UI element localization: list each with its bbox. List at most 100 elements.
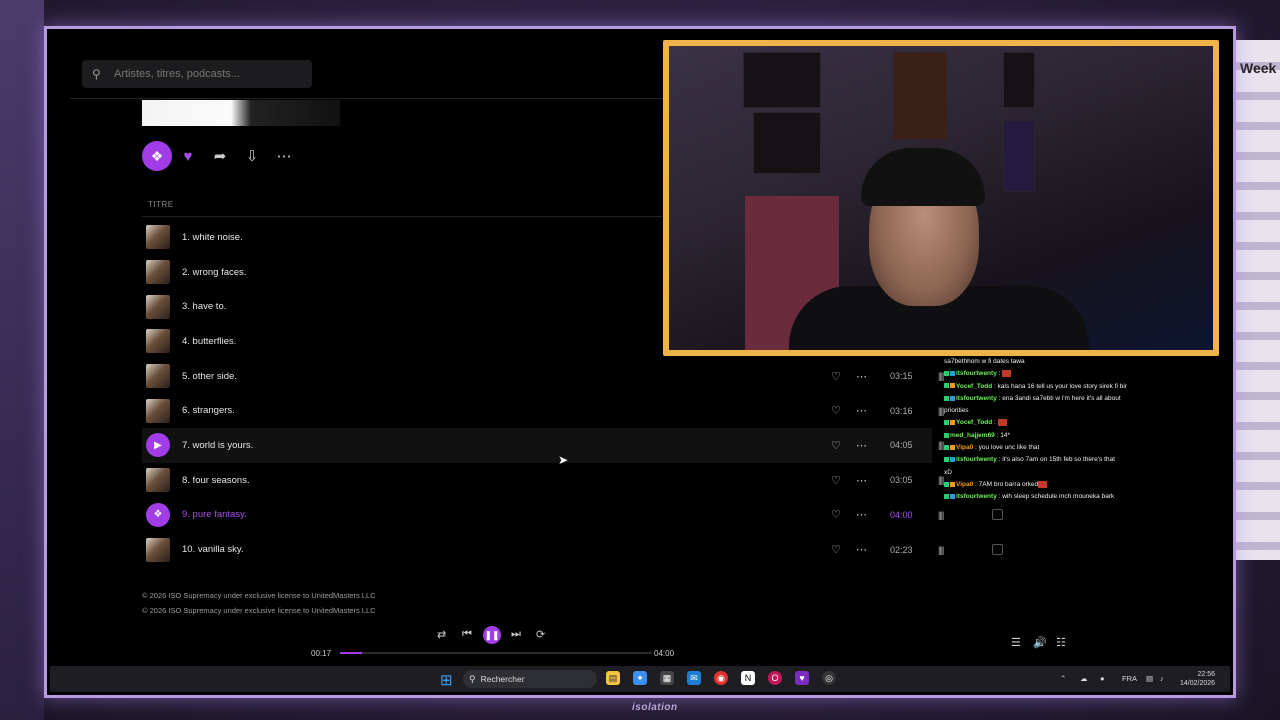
badge-icon — [944, 481, 949, 487]
track-thumbnail — [146, 329, 170, 354]
chat-message: Vipa0 : you love unc like that — [944, 442, 1164, 454]
tray-app-icon[interactable]: ☁ — [1080, 674, 1088, 683]
opera-icon[interactable]: O — [768, 671, 782, 685]
divider — [70, 98, 670, 99]
badge-icon — [950, 457, 955, 463]
like-track-icon[interactable]: ♡ — [831, 370, 841, 383]
search-bar[interactable]: ⚲ — [82, 60, 312, 88]
taskbar-search[interactable]: ⚲ Rechercher — [463, 670, 597, 688]
file-explorer-icon[interactable]: ▤ — [606, 671, 620, 685]
wall-poster — [1003, 52, 1035, 108]
copilot-icon[interactable]: ✦ — [633, 671, 647, 685]
clock-date: 14/02/2026 — [1180, 680, 1216, 687]
track-checkbox[interactable] — [992, 544, 1003, 556]
pause-button[interactable]: ❚❚ — [483, 626, 501, 644]
windows-start-icon[interactable]: ⊞ — [440, 671, 453, 689]
music-app-icon[interactable]: ♥ — [795, 671, 809, 685]
repeat-button[interactable]: ⟳ — [536, 628, 545, 641]
streamer-cap — [861, 148, 985, 206]
track-thumbnail — [146, 260, 170, 285]
more-icon[interactable]: ⋯ — [856, 404, 867, 417]
like-track-icon[interactable]: ♡ — [831, 508, 841, 521]
shuffle-button[interactable]: ⇄ — [437, 628, 446, 641]
like-track-icon[interactable]: ♡ — [831, 439, 841, 452]
more-options-button[interactable]: ⋯ — [268, 141, 300, 171]
audio-bars-icon: |||| — [938, 475, 944, 486]
badge-icon — [950, 383, 955, 389]
badge-icon — [944, 420, 949, 426]
like-album-button[interactable]: ♥ — [172, 141, 204, 171]
network-icon[interactable]: ▤ — [1146, 674, 1153, 683]
copyright-text: © 2026 ISO Supremacy under exclusive lic… — [142, 606, 376, 615]
like-track-icon[interactable]: ♡ — [831, 474, 841, 487]
track-title: 7. world is yours. — [182, 439, 254, 451]
more-icon[interactable]: ⋯ — [856, 439, 867, 452]
emote-icon — [1038, 480, 1048, 488]
mail-icon[interactable]: ✉ — [687, 671, 701, 685]
chrome-icon[interactable]: ◉ — [714, 671, 728, 685]
more-icon[interactable]: ⋯ — [856, 543, 867, 556]
clock[interactable]: 22:56 14/02/2026 — [1180, 670, 1215, 688]
progress-bar[interactable] — [340, 652, 652, 654]
audio-bars-icon: |||| — [938, 544, 944, 555]
album-actions: ❖ ♥ ➦ ⇩ ⋯ — [142, 141, 300, 171]
tray-chevron-icon[interactable]: ⌃ — [1060, 674, 1066, 683]
pause-icon: ❚❚ — [484, 629, 500, 640]
album-cover — [142, 100, 340, 126]
previous-button[interactable]: ⏮ — [462, 628, 472, 641]
track-checkbox[interactable] — [992, 509, 1003, 521]
taskbar-search-label: Rechercher — [480, 674, 525, 684]
share-icon: ➦ — [213, 148, 227, 165]
search-input[interactable] — [112, 67, 306, 81]
badge-icon — [950, 395, 955, 401]
download-button[interactable]: ⇩ — [236, 141, 268, 171]
badge-icon — [950, 420, 955, 426]
chat-message: sa7bethhom w fi dates tawa — [944, 358, 1025, 365]
like-track-icon[interactable]: ♡ — [831, 404, 841, 417]
badge-icon — [944, 457, 949, 463]
like-track-icon[interactable]: ♡ — [831, 543, 841, 556]
chat-message: Vipa0 : 7AM bro barra orked — [944, 479, 1164, 491]
more-icon[interactable]: ⋯ — [856, 370, 867, 383]
now-playing-icon: ❖ — [146, 502, 170, 527]
track-row[interactable]: 6. strangers. ♡ ⋯ 03:16 |||| — [142, 393, 944, 428]
store-icon[interactable]: ▦ — [660, 671, 674, 685]
next-button[interactable]: ⏭ — [511, 628, 521, 641]
volume-button[interactable]: 🔊 — [1033, 636, 1047, 649]
badge-icon — [950, 494, 955, 500]
more-icon[interactable]: ⋯ — [856, 474, 867, 487]
more-icon[interactable]: ⋯ — [856, 508, 867, 521]
language-indicator[interactable]: FRA — [1122, 674, 1137, 683]
badge-icon — [950, 481, 955, 487]
badge-icon — [944, 444, 949, 450]
obs-icon[interactable]: ◎ — [822, 671, 836, 685]
volume-icon: 🔊 — [1033, 637, 1047, 649]
track-row[interactable]: 8. four seasons. ♡ ⋯ 03:05 |||| — [142, 463, 944, 498]
stream-watermark: isolation — [632, 702, 678, 713]
share-button[interactable]: ➦ — [204, 141, 236, 171]
settings-button[interactable]: ☷ — [1056, 636, 1066, 649]
track-duration: 03:05 — [890, 475, 913, 486]
track-thumbnail — [146, 537, 170, 562]
progress-fill — [340, 652, 362, 654]
webcam-overlay — [663, 40, 1219, 356]
emote-icon — [997, 419, 1007, 427]
track-row[interactable]: 10. vanilla sky. ♡ ⋯ 02:23 |||| — [142, 532, 1003, 567]
chat-message: itsfourtwenty : ena 3andi sa7ebti w i'm … — [944, 393, 1164, 405]
play-track-button[interactable]: ▶ — [146, 433, 170, 458]
speaker-icon[interactable]: ♪ — [1160, 674, 1164, 683]
track-row[interactable]: ❖ 9. pure fantasy. ♡ ⋯ 04:00 |||| — [142, 498, 1003, 533]
track-title: 5. other side. — [182, 370, 237, 382]
track-thumbnail — [146, 468, 170, 493]
heart-icon: ♥ — [183, 147, 193, 165]
queue-button[interactable]: ☰ — [1011, 636, 1021, 649]
track-row[interactable]: ▶ 7. world is yours. ♡ ⋯ 04:05 |||| — [142, 428, 944, 463]
poster-text: Week — [1240, 60, 1277, 76]
audio-bars-icon: |||| — [938, 371, 944, 382]
track-thumbnail — [146, 294, 170, 319]
microphone-icon[interactable]: ● — [1100, 674, 1105, 683]
notion-icon[interactable]: N — [741, 671, 755, 685]
track-row[interactable]: 5. other side. ♡ ⋯ 03:15 |||| — [142, 359, 944, 394]
chat-message: itsfourtwenty : wih sleep schedule mch m… — [944, 491, 1164, 503]
play-album-button[interactable]: ❖ — [142, 141, 172, 171]
